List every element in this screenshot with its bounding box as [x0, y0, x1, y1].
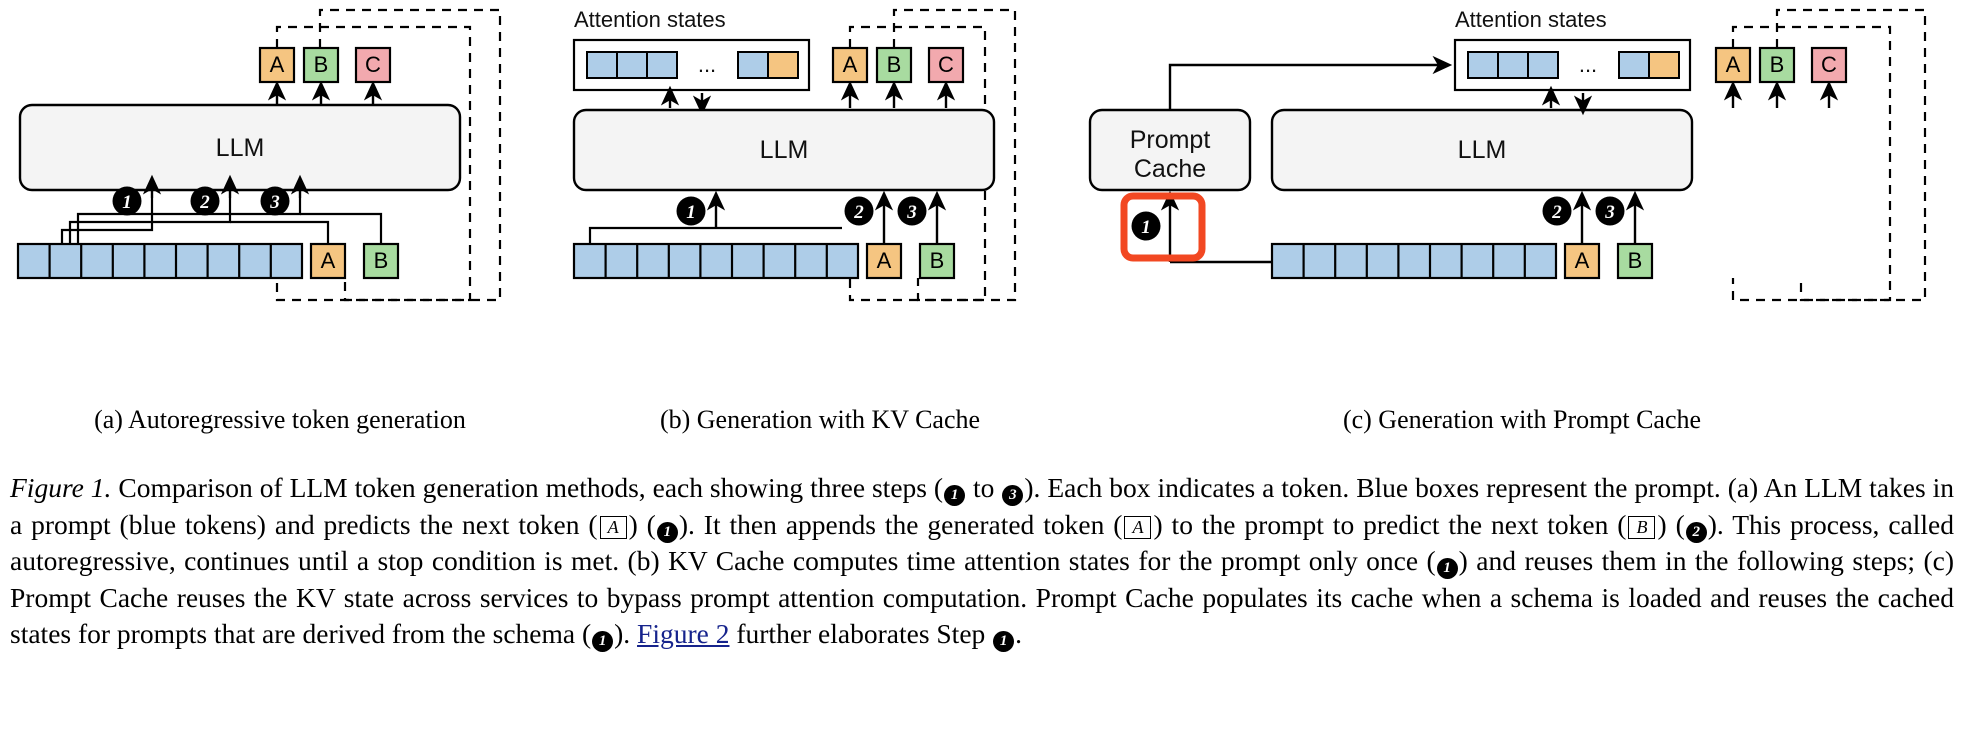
output-token-b-label: B — [887, 52, 902, 77]
svg-text:3: 3 — [1604, 202, 1615, 223]
caption-seg-11: further elaborates Step — [729, 618, 993, 649]
figure-caption: Figure 1. Comparison of LLM token genera… — [10, 470, 1954, 653]
step-glyph-1d: 1 — [592, 631, 614, 652]
caption-seg-10: ). — [614, 618, 638, 649]
bracket-a-to-step2 — [230, 220, 330, 244]
caption-seg-6: ) to the prompt to predict the next toke… — [1153, 508, 1627, 540]
llm-label: LLM — [216, 134, 265, 162]
caption-figure-label: Figure 1. — [10, 472, 112, 503]
caption-seg-5: ). It then appends the generated token ( — [678, 508, 1123, 540]
inline-token-box-a1: A — [599, 515, 627, 539]
svg-text:2: 2 — [1551, 202, 1562, 223]
svg-text:1: 1 — [686, 202, 696, 223]
svg-text:3: 3 — [269, 192, 280, 213]
svg-text:3: 3 — [906, 202, 917, 223]
panel-autoregressive: LLM A B C A B 1 2 3 — [0, 0, 560, 370]
step-glyph-1e: 1 — [993, 631, 1015, 652]
figure-page: LLM A B C A B 1 2 3 Attention states ...… — [0, 0, 1964, 746]
appended-token-b-label: B — [374, 248, 389, 273]
appended-token-a-label: A — [321, 248, 336, 273]
bracket-b-to-step3 — [300, 212, 383, 244]
svg-text:1: 1 — [1141, 217, 1151, 238]
llm-label: LLM — [760, 136, 809, 164]
output-token-b-label: B — [314, 52, 329, 77]
caption-seg-1: Comparison of LLM token generation metho… — [111, 472, 944, 503]
step-badge-1: 1 — [1131, 211, 1161, 241]
inline-token-box-a2: A — [1124, 515, 1152, 539]
step-glyph-1b: 1 — [656, 521, 678, 543]
output-token-c-label: C — [938, 52, 954, 77]
output-token-a-label: A — [270, 52, 285, 77]
inline-token-box-b: B — [1628, 515, 1656, 539]
output-token-b-label: B — [1770, 52, 1785, 77]
step-badge-2: 2 — [844, 196, 874, 226]
attention-ellipsis: ... — [1579, 52, 1597, 77]
svg-text:1: 1 — [122, 192, 132, 213]
step-badge-3: 3 — [260, 186, 290, 216]
output-token-a-label: A — [843, 52, 858, 77]
step-glyph-3: 3 — [1002, 485, 1024, 506]
step-glyph-1c: 1 — [1436, 558, 1458, 579]
svg-text:2: 2 — [853, 202, 864, 223]
caption-seg-4: ) ( — [628, 508, 656, 540]
step-badge-2: 2 — [190, 186, 220, 216]
step-glyph-2: 2 — [1685, 521, 1707, 543]
bracket-prompt — [588, 226, 842, 244]
attention-states-label: Attention states — [574, 7, 726, 32]
panel-prompt-cache: Attention states ... Prompt Cache LLM A … — [1080, 0, 1964, 370]
panel-kv-cache: Attention states ... LLM A B C A B 1 2 3 — [560, 0, 1080, 370]
appended-token-b-label: B — [930, 248, 945, 273]
appended-token-a-label: A — [877, 248, 892, 273]
llm-label: LLM — [1458, 136, 1507, 164]
prompt-cache-label-line1: Prompt — [1130, 126, 1211, 154]
attention-states-label: Attention states — [1455, 7, 1607, 32]
prompt-cache-label-line2: Cache — [1134, 155, 1206, 183]
subcaption-a: (a) Autoregressive token generation — [94, 405, 466, 434]
caption-seg-7: ) ( — [1657, 508, 1685, 540]
step-badge-1: 1 — [112, 186, 142, 216]
caption-seg-12: . — [1015, 618, 1023, 649]
step-badge-3: 3 — [1595, 196, 1625, 226]
caption-seg-2: to — [966, 472, 1002, 503]
step-badge-2: 2 — [1542, 196, 1572, 226]
appended-token-a-label: A — [1575, 248, 1590, 273]
output-token-a-label: A — [1726, 52, 1741, 77]
step-badge-1: 1 — [676, 196, 706, 226]
arrow-cache-to-attention — [1168, 55, 1453, 110]
prompt-token-strip — [572, 242, 860, 280]
prompt-token-strip — [16, 242, 304, 280]
attention-ellipsis: ... — [698, 52, 716, 77]
subcaption-b: (b) Generation with KV Cache — [659, 405, 981, 434]
figure-graphic: LLM A B C A B 1 2 3 Attention states ...… — [0, 0, 1964, 370]
dashed-feedback-b — [1775, 8, 1927, 302]
prompt-token-strip — [1270, 242, 1558, 280]
svg-text:2: 2 — [199, 192, 210, 213]
figure-2-link[interactable]: Figure 2 — [637, 618, 729, 649]
step-badge-3: 3 — [897, 196, 927, 226]
output-token-c-label: C — [1821, 52, 1837, 77]
appended-token-b-label: B — [1628, 248, 1643, 273]
subcaption-c: (c) Generation with Prompt Cache — [1342, 405, 1702, 434]
step-glyph-1: 1 — [944, 485, 966, 506]
output-token-c-label: C — [365, 52, 381, 77]
